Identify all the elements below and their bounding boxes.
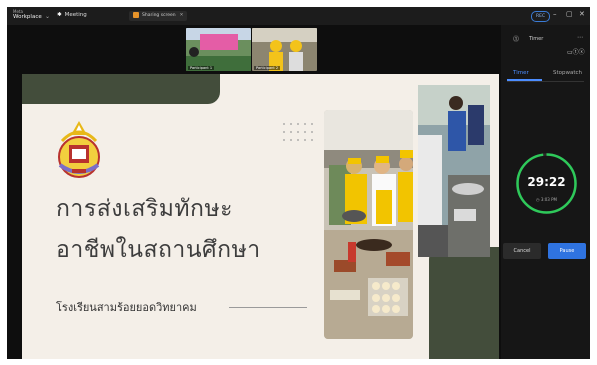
participant-thumbnails: Participant 1 Participant 2: [186, 28, 317, 71]
share-icon: [133, 11, 139, 18]
timer-remaining: 29:22: [527, 175, 566, 189]
school-seal-icon: [58, 121, 100, 178]
title-bar: Meta Workplace ⌄ ✱ Meeting Sharing screen…: [7, 7, 590, 25]
app-brand: Meta Workplace: [13, 9, 42, 20]
more-icon[interactable]: ⋯: [577, 34, 583, 41]
participant-video: [252, 28, 317, 71]
slide-school-name: โรงเรียนสามร้อยยอดวิทยาคม: [56, 301, 197, 314]
participant-name: Participant 2: [254, 66, 281, 70]
dot-pattern: [283, 123, 313, 141]
participant-thumbnail[interactable]: Participant 2: [252, 28, 317, 71]
slide-title-line1: การส่งเสริมทักษะ: [56, 196, 233, 222]
close-button[interactable]: ✕: [579, 10, 585, 18]
meeting-menu[interactable]: ✱ Meeting: [57, 12, 87, 18]
slide-photo-students: [418, 85, 490, 257]
participant-video: [186, 28, 251, 71]
cancel-button[interactable]: Cancel: [503, 243, 541, 259]
recording-label: REC: [536, 14, 546, 19]
toolbar-icons[interactable]: ▭ⓣⓧ: [567, 47, 585, 56]
panel-title: Timer: [529, 36, 544, 42]
close-share-icon[interactable]: ✕: [180, 13, 184, 18]
share-label: Sharing screen: [142, 13, 176, 18]
slide-band-bottom: [429, 247, 499, 359]
tabs-divider: [507, 80, 584, 82]
brand-name: Workplace: [13, 14, 42, 20]
maximize-button[interactable]: ▢: [566, 10, 573, 18]
minimize-button[interactable]: –: [553, 10, 557, 18]
timer-end-time: ◷ 3:03 PM: [515, 197, 578, 202]
pause-button[interactable]: Pause: [548, 243, 586, 259]
chevron-down-icon[interactable]: ⌄: [45, 13, 50, 20]
participant-thumbnail[interactable]: Participant 1: [186, 28, 251, 71]
app-window: Meta Workplace ⌄ ✱ Meeting Sharing screen…: [7, 7, 590, 359]
participant-name: Participant 1: [188, 66, 215, 70]
timer-panel: ⓵ Timer ⋯ ▭ⓣⓧ Timer Stopwatch 29:22 ◷ 3:…: [501, 25, 590, 359]
recording-pill[interactable]: REC: [531, 11, 551, 22]
slide-photo-cooking: [324, 110, 413, 339]
back-icon[interactable]: ⓵: [513, 34, 519, 43]
shared-slide: การส่งเสริมทักษะ อาชีพในสถานศึกษา โรงเรี…: [22, 74, 499, 359]
share-indicator[interactable]: Sharing screen ✕: [129, 11, 188, 21]
tab-timer[interactable]: Timer: [513, 70, 529, 76]
meeting-label: Meeting: [64, 12, 87, 18]
divider: [229, 307, 307, 308]
end-time-value: 3:03 PM: [540, 197, 557, 202]
slide-title-line2: อาชีพในสถานศึกษา: [56, 237, 261, 263]
gear-icon: ✱: [57, 12, 62, 18]
slide-band-top: [22, 74, 220, 104]
tab-stopwatch[interactable]: Stopwatch: [553, 70, 582, 76]
